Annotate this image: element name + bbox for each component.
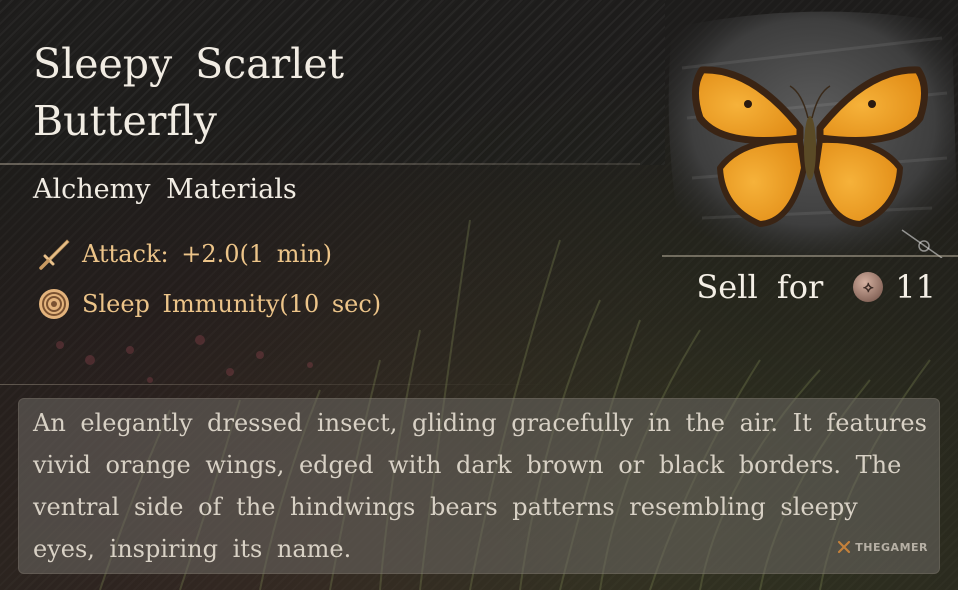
effect-attack-text: Attack: +2.0(1 min) [82,240,332,268]
portrait-divider [662,255,958,257]
thegamer-logo-icon [838,540,851,554]
effect-attack: Attack: +2.0(1 min) [36,236,332,272]
watermark: THEGAMER [837,540,928,554]
sell-label: Sell for [696,268,824,306]
sell-price-value: 11 [895,268,936,306]
item-name: Sleepy Scarlet Butterfly [33,40,345,145]
sword-icon [36,236,72,272]
sleep-swirl-icon [36,286,72,322]
currency-coin-icon: ⟡ [853,272,884,302]
effect-sleep-immunity-text: Sleep Immunity(10 sec) [82,290,382,318]
item-description: An elegantly dressed insect, gliding gra… [33,409,927,563]
section-divider [0,384,550,385]
butterfly-portrait [668,11,958,258]
sell-price: Sell for ⟡ 11 [696,268,936,306]
watermark-text: THEGAMER [855,540,928,554]
effect-sleep-immunity: Sleep Immunity(10 sec) [36,286,381,322]
item-category: Alchemy Materials [33,174,297,205]
title-divider [0,163,640,165]
